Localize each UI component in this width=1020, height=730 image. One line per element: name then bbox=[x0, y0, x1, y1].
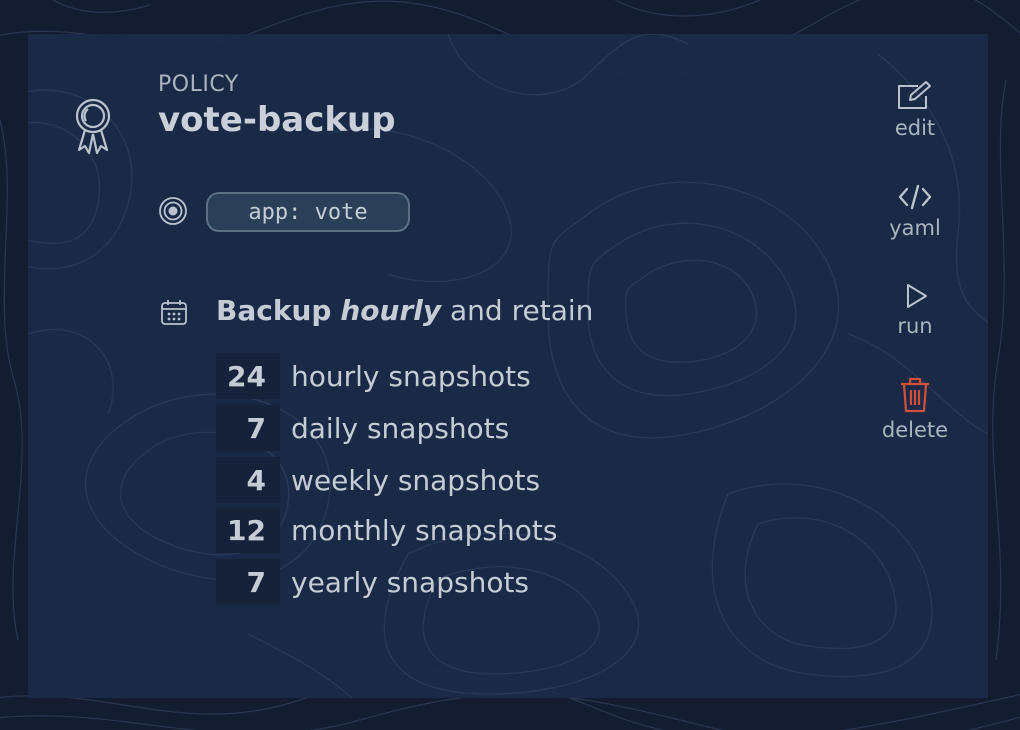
retention-row-yearly: 7 yearly snapshots bbox=[216, 558, 529, 606]
code-icon bbox=[898, 184, 932, 210]
selector-label-pill: app: vote bbox=[206, 192, 410, 232]
delete-button[interactable]: delete bbox=[860, 376, 970, 442]
retention-label: daily snapshots bbox=[291, 411, 510, 445]
run-label: run bbox=[897, 314, 933, 338]
retention-row-hourly: 24 hourly snapshots bbox=[216, 352, 531, 400]
retention-count: 12 bbox=[216, 507, 280, 553]
retention-count: 24 bbox=[216, 353, 280, 399]
play-icon bbox=[907, 284, 927, 308]
retention-label: yearly snapshots bbox=[291, 565, 530, 599]
schedule-frequency: hourly bbox=[340, 294, 442, 327]
policy-name: vote-backup bbox=[158, 100, 396, 140]
policy-card: POLICY vote-backup app: vote Backup hour… bbox=[28, 34, 988, 698]
edit-button[interactable]: edit bbox=[860, 80, 970, 140]
trash-icon bbox=[901, 377, 929, 413]
retention-count: 7 bbox=[216, 405, 280, 451]
yaml-label: yaml bbox=[889, 216, 941, 240]
schedule-summary: Backup hourly and retain bbox=[216, 294, 593, 327]
retention-label: monthly snapshots bbox=[291, 513, 558, 547]
edit-icon bbox=[898, 81, 931, 109]
retention-count: 4 bbox=[216, 457, 280, 503]
award-ribbon-icon bbox=[75, 98, 111, 155]
retention-row-daily: 7 daily snapshots bbox=[216, 404, 509, 452]
edit-label: edit bbox=[894, 116, 936, 140]
retention-label: weekly snapshots bbox=[291, 463, 541, 497]
schedule-prefix: Backup bbox=[216, 294, 332, 327]
target-icon bbox=[159, 197, 187, 225]
retention-label: hourly snapshots bbox=[291, 359, 531, 393]
run-button[interactable]: run bbox=[860, 282, 970, 338]
schedule-suffix: and retain bbox=[450, 294, 594, 327]
delete-label: delete bbox=[881, 418, 949, 442]
retention-count: 7 bbox=[216, 559, 280, 605]
yaml-button[interactable]: yaml bbox=[860, 182, 970, 240]
calendar-icon bbox=[161, 300, 187, 325]
retention-row-monthly: 12 monthly snapshots bbox=[216, 506, 557, 554]
policy-kind-label: POLICY bbox=[158, 72, 239, 97]
retention-row-weekly: 4 weekly snapshots bbox=[216, 456, 540, 504]
